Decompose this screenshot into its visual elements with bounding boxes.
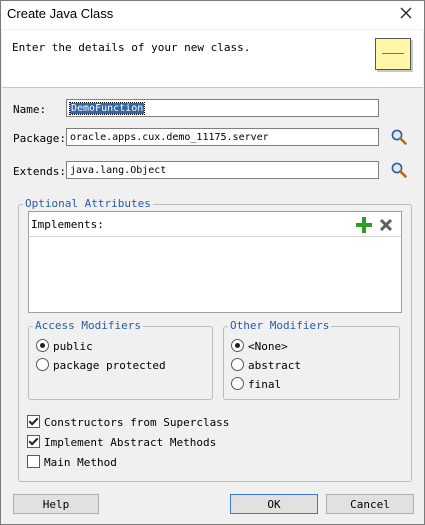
- title-bar: Create Java Class: [1, 1, 424, 29]
- extends-label: Extends:: [13, 165, 66, 178]
- close-icon[interactable]: [398, 5, 414, 21]
- radio-public[interactable]: public: [36, 339, 93, 353]
- create-java-class-dialog: Create Java Class Enter the details of y…: [0, 0, 425, 525]
- checkbox[interactable]: [27, 435, 40, 448]
- radio-button[interactable]: [231, 358, 244, 371]
- radio-none[interactable]: <None>: [231, 339, 288, 353]
- package-label: Package:: [13, 132, 66, 145]
- other-modifiers-group: Other Modifiers <None> abstract final: [223, 319, 400, 400]
- optional-attributes-legend: Optional Attributes: [23, 197, 153, 210]
- search-icon[interactable]: [390, 161, 408, 179]
- radio-label: final: [248, 378, 282, 391]
- radio-button[interactable]: [231, 339, 244, 352]
- extends-value: java.lang.Object: [70, 165, 167, 176]
- package-field[interactable]: oracle.apps.cux.demo_11175.server: [66, 128, 379, 146]
- checkbox-constructors[interactable]: Constructors from Superclass: [27, 415, 229, 429]
- checkbox-label: Main Method: [44, 456, 117, 469]
- name-label: Name:: [13, 103, 47, 116]
- radio-button[interactable]: [231, 377, 244, 390]
- header-text: Enter the details of your new class.: [12, 41, 251, 54]
- access-modifiers-legend: Access Modifiers: [33, 319, 143, 332]
- help-button[interactable]: Help: [13, 494, 99, 514]
- checkbox-label: Implement Abstract Methods: [44, 436, 217, 449]
- extends-field[interactable]: java.lang.Object: [66, 161, 379, 179]
- radio-label: <None>: [248, 340, 288, 353]
- dialog-header: Enter the details of your new class.: [2, 30, 423, 88]
- checkbox[interactable]: [27, 415, 40, 428]
- radio-label: abstract: [248, 359, 301, 372]
- radio-label: package protected: [53, 359, 166, 372]
- checkbox-abstract-methods[interactable]: Implement Abstract Methods: [27, 435, 216, 449]
- package-value: oracle.apps.cux.demo_11175.server: [70, 132, 269, 143]
- radio-package-protected[interactable]: package protected: [36, 358, 166, 372]
- implements-divider: [29, 236, 401, 237]
- name-value: DemoFunction: [68, 102, 146, 115]
- access-modifiers-group: Access Modifiers public package protecte…: [28, 319, 213, 400]
- checkbox[interactable]: [27, 455, 40, 468]
- note-icon: [375, 38, 411, 70]
- implements-label: Implements:: [31, 218, 104, 231]
- remove-icon[interactable]: [378, 217, 394, 233]
- plus-icon[interactable]: [356, 217, 372, 233]
- radio-button[interactable]: [36, 358, 49, 371]
- window-title: Create Java Class: [7, 6, 114, 21]
- ok-button[interactable]: OK: [230, 494, 318, 514]
- radio-abstract[interactable]: abstract: [231, 358, 301, 372]
- radio-label: public: [53, 340, 93, 353]
- radio-final[interactable]: final: [231, 377, 281, 391]
- checkbox-label: Constructors from Superclass: [44, 416, 230, 429]
- other-modifiers-legend: Other Modifiers: [228, 319, 332, 332]
- cancel-button[interactable]: Cancel: [326, 494, 414, 514]
- checkbox-main-method[interactable]: Main Method: [27, 455, 117, 469]
- implements-list[interactable]: Implements:: [28, 211, 402, 313]
- radio-button[interactable]: [36, 339, 49, 352]
- name-field[interactable]: DemoFunction: [66, 99, 379, 117]
- search-icon[interactable]: [390, 128, 408, 146]
